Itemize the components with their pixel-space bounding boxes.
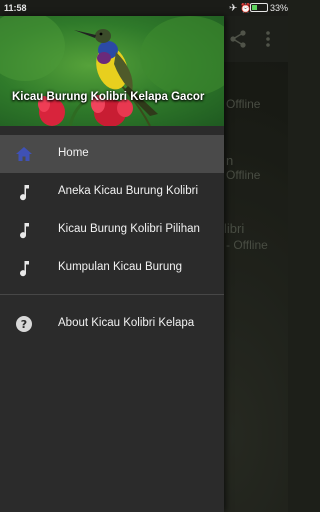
home-icon	[16, 147, 32, 161]
status-time: 11:58	[4, 3, 27, 13]
menu-item-aneka-kicau[interactable]: Aneka Kicau Burung Kolibri	[0, 173, 224, 211]
header-bird-image	[0, 16, 224, 126]
battery-icon	[250, 3, 268, 12]
status-bar: 11:58 ✈ ⏰ 33%	[0, 0, 288, 16]
navigation-drawer: Kicau Burung Kolibri Kelapa Gacor Home A…	[0, 16, 224, 512]
menu-item-home[interactable]: Home	[0, 135, 224, 173]
music-note-icon	[20, 185, 29, 201]
menu-item-kumpulan-kicau[interactable]: Kumpulan Kicau Burung	[0, 249, 224, 287]
menu-item-label: About Kicau Kolibri Kelapa	[58, 317, 195, 329]
menu-item-about[interactable]: ? About Kicau Kolibri Kelapa	[0, 305, 224, 343]
music-note-icon	[20, 223, 29, 239]
music-note-icon	[20, 261, 29, 277]
drawer-header: Kicau Burung Kolibri Kelapa Gacor	[0, 16, 224, 126]
menu-divider	[0, 294, 224, 295]
menu-item-label: Home	[58, 147, 89, 159]
menu-item-label: Aneka Kicau Burung Kolibri	[58, 185, 198, 197]
drawer-menu: Home Aneka Kicau Burung Kolibri Kicau Bu…	[0, 135, 224, 343]
menu-item-label: Kumpulan Kicau Burung	[58, 261, 183, 273]
battery-label: 33%	[270, 3, 289, 13]
menu-item-kicau-pilihan[interactable]: Kicau Burung Kolibri Pilihan	[0, 211, 224, 249]
help-icon: ?	[16, 316, 32, 332]
menu-item-label: Kicau Burung Kolibri Pilihan	[58, 223, 200, 235]
svg-text:?: ?	[21, 318, 27, 331]
drawer-header-title: Kicau Burung Kolibri Kelapa Gacor	[12, 91, 205, 103]
airplane-icon: ✈	[229, 3, 238, 14]
